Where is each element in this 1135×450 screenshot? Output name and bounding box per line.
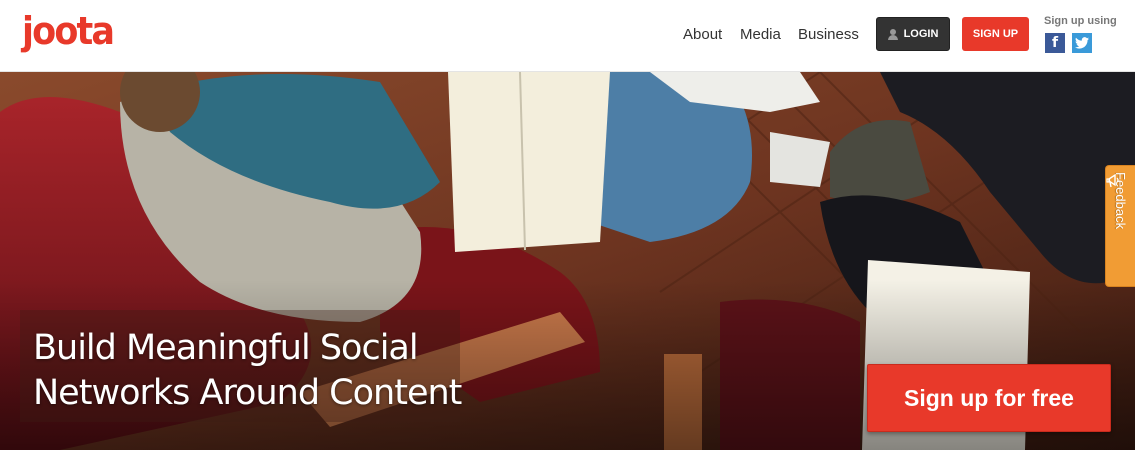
hero-headline-line-2: Networks Around Content bbox=[33, 373, 462, 413]
login-button[interactable]: LOGIN bbox=[876, 17, 950, 51]
facebook-icon: f bbox=[1051, 35, 1059, 51]
nav-link-about[interactable]: About bbox=[683, 26, 722, 44]
signup-button[interactable]: SIGN UP bbox=[962, 17, 1029, 51]
hero-banner: Build Meaningful Social Networks Around … bbox=[0, 72, 1135, 450]
top-navigation-bar: joota About Media Business LOGIN SIGN UP… bbox=[0, 0, 1135, 72]
login-button-label: LOGIN bbox=[903, 28, 939, 40]
hero-headline: Build Meaningful Social Networks Around … bbox=[33, 326, 463, 416]
facebook-signup-button[interactable]: f bbox=[1045, 33, 1065, 53]
megaphone-icon bbox=[1106, 173, 1119, 188]
signup-button-label: SIGN UP bbox=[972, 28, 1019, 40]
signup-for-free-button[interactable]: Sign up for free bbox=[867, 364, 1111, 432]
twitter-signup-button[interactable] bbox=[1072, 33, 1092, 53]
twitter-icon bbox=[1075, 37, 1089, 49]
signup-using-label: Sign up using bbox=[1044, 15, 1117, 27]
nav-link-business[interactable]: Business bbox=[798, 26, 859, 44]
user-icon bbox=[887, 28, 898, 40]
joota-logo[interactable]: joota bbox=[22, 8, 115, 54]
nav-link-media[interactable]: Media bbox=[740, 26, 781, 44]
hero-headline-line-1: Build Meaningful Social bbox=[33, 328, 419, 368]
feedback-tab[interactable]: Feedback bbox=[1105, 165, 1135, 287]
